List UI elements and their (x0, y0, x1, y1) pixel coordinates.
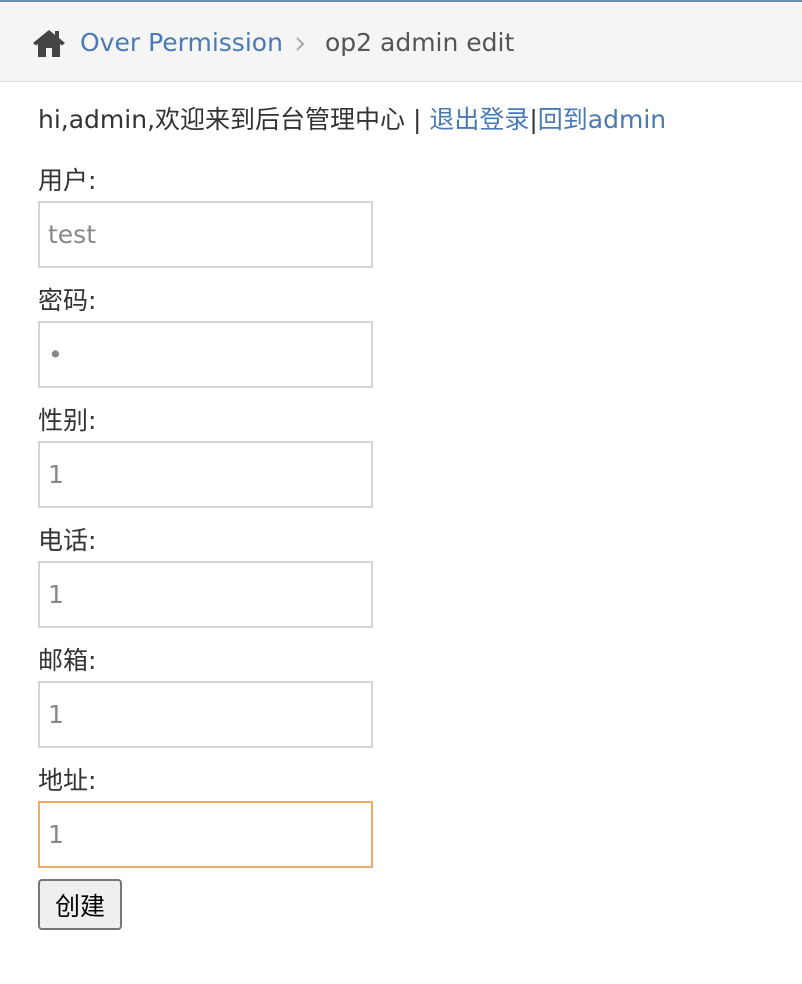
breadcrumb-link-over-permission[interactable]: Over Permission (80, 26, 283, 60)
gender-label: 性别: (38, 406, 97, 435)
welcome-text: hi,admin,欢迎来到后台管理中心 | (38, 105, 430, 134)
chevron-right-icon (296, 37, 305, 51)
welcome-bar: hi,admin,欢迎来到后台管理中心 | 退出登录|回到admin (38, 102, 666, 138)
email-label: 邮箱: (38, 646, 97, 675)
email-input[interactable] (38, 681, 373, 748)
username-label: 用户: (38, 166, 97, 195)
create-button[interactable]: 创建 (38, 879, 122, 930)
gender-input[interactable] (38, 441, 373, 508)
address-label: 地址: (38, 766, 97, 795)
password-input[interactable] (38, 321, 373, 388)
phone-input[interactable] (38, 561, 373, 628)
address-input[interactable] (38, 801, 373, 868)
home-icon[interactable] (32, 28, 66, 58)
username-input[interactable] (38, 201, 373, 268)
phone-label: 电话: (38, 526, 97, 555)
welcome-divider: | (529, 105, 538, 134)
breadcrumb-current: op2 admin edit (325, 28, 515, 57)
breadcrumb: Over Permission op2 admin edit (0, 2, 802, 82)
logout-link[interactable]: 退出登录 (429, 105, 529, 134)
back-to-admin-link[interactable]: 回到admin (538, 105, 666, 134)
password-label: 密码: (38, 286, 97, 315)
